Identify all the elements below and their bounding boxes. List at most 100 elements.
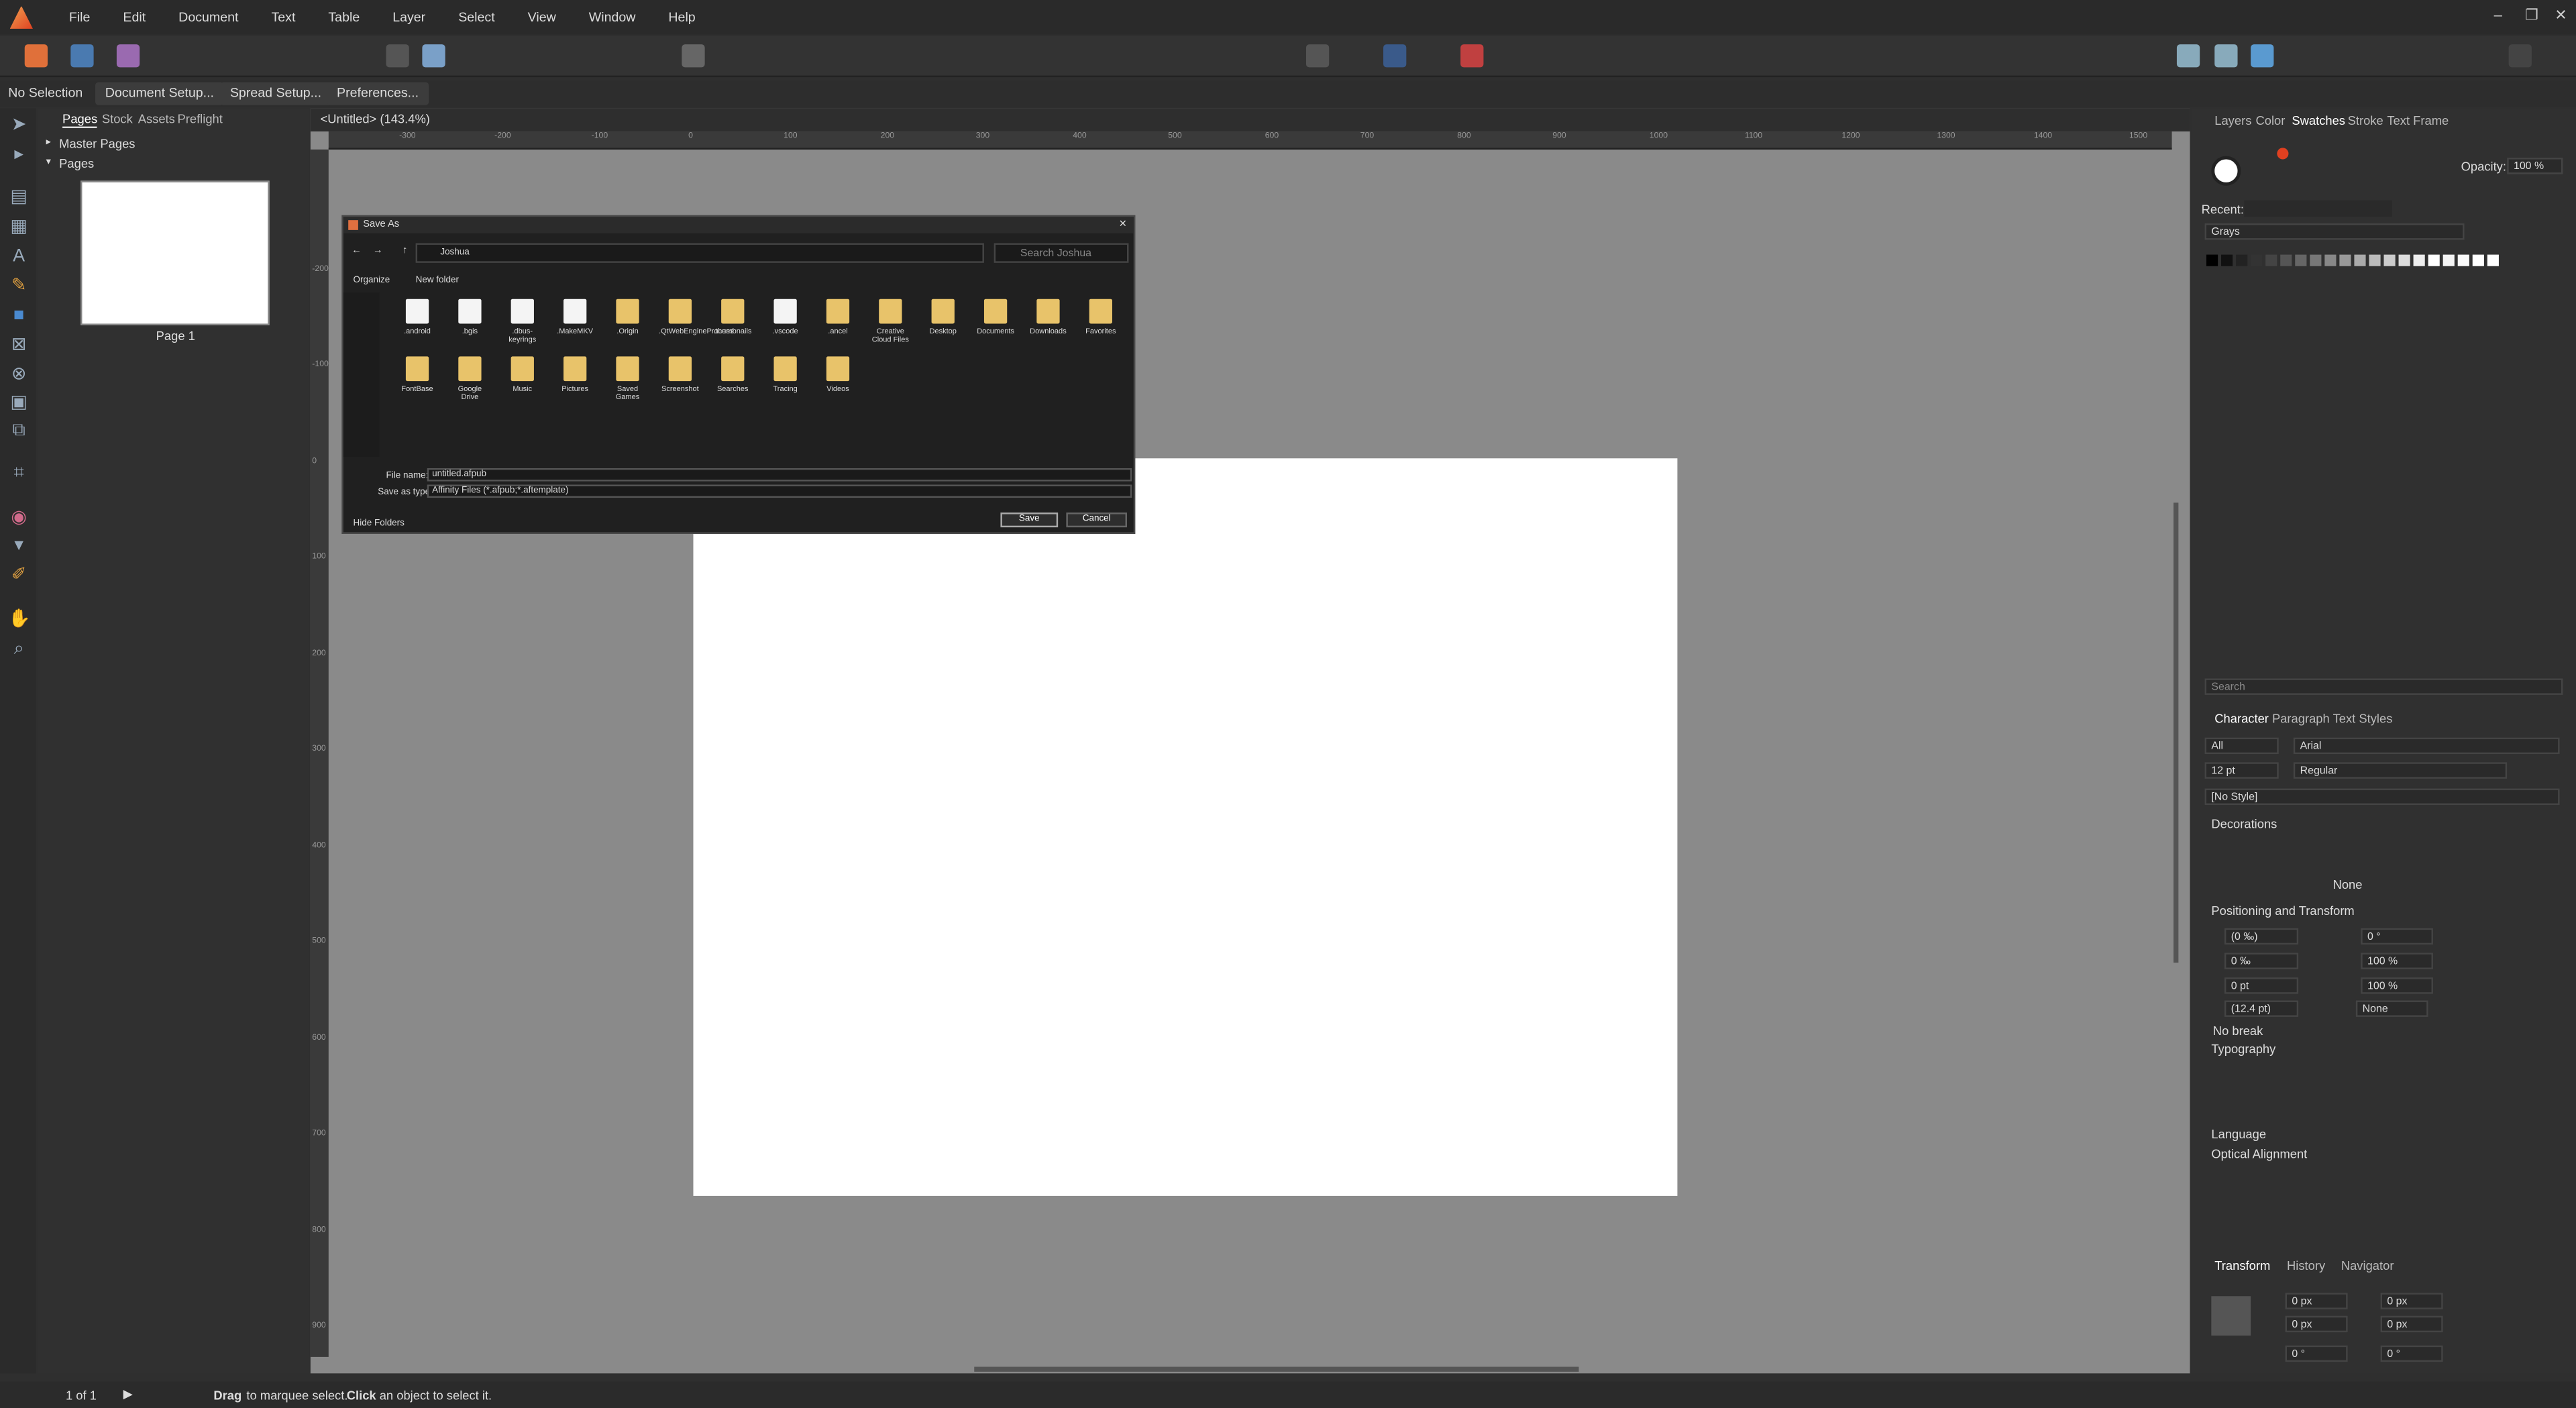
folder-item[interactable]: .android [396,299,439,335]
folder-item[interactable]: FontBase [396,356,439,392]
transform-h-field[interactable]: 0 px [2380,1315,2443,1333]
move-tool-icon[interactable]: ➤ [8,115,30,136]
folder-item[interactable]: Videos [816,356,859,392]
search-box[interactable]: Search Joshua [994,243,1129,263]
font-family-select[interactable]: Arial [2293,737,2560,755]
cancel-button[interactable]: Cancel [1066,512,1128,528]
horizontal-scale-field[interactable]: 100 % [2361,977,2433,994]
tab-preflight[interactable]: Preflight [177,112,222,127]
forward-icon[interactable]: → [373,246,383,256]
transform-tool-icon[interactable]: ⧉ [8,421,30,442]
folder-item[interactable]: Screenshot [659,356,702,392]
tab-assets[interactable]: Assets [138,112,175,127]
crop-tool-icon[interactable]: ⌗ [8,464,30,485]
pen-tool-icon[interactable]: ✎ [8,276,30,297]
pages-label[interactable]: Pages [59,156,94,171]
publisher-persona-icon[interactable] [24,44,48,68]
text-style-select[interactable]: [No Style] [2204,788,2560,806]
fill-tool-icon[interactable]: ◉ [8,508,30,529]
anchor-icon[interactable] [2211,1296,2251,1336]
kerning-field[interactable]: (0 ‰) [2224,928,2299,945]
swatch[interactable] [2280,254,2292,266]
folder-item[interactable]: Google Drive [449,356,492,401]
opacity-field[interactable]: 100 % [2507,158,2563,174]
vertical-scale-field[interactable]: 100 % [2361,953,2433,969]
transform-x-field[interactable]: 0 px [2285,1293,2348,1309]
dialog-close-icon[interactable]: ✕ [1119,217,1127,233]
tool-icon[interactable] [386,44,409,68]
account-icon[interactable] [2508,44,2532,68]
optical-alignment-heading[interactable]: Optical Alignment [2211,1146,2307,1161]
up-icon[interactable]: ↑ [402,246,407,256]
horizontal-scrollbar[interactable] [974,1366,1579,1372]
shear-transform-field[interactable]: 0 ° [2380,1345,2443,1362]
tab-history[interactable]: History [2287,1258,2325,1273]
swatch[interactable] [2383,254,2396,266]
folder-item[interactable]: Saved Games [606,356,649,401]
text-frame-tool-icon[interactable]: ▤ [8,187,30,209]
folder-item[interactable]: Music [501,356,544,392]
decorations-heading[interactable]: Decorations [2211,816,2277,831]
document-page[interactable] [693,458,1678,1196]
swatch[interactable] [2265,254,2277,266]
leading-field[interactable]: (12.4 pt) [2224,1000,2299,1017]
tool-icon[interactable] [2214,44,2238,68]
tab-layers[interactable]: Layers [2214,113,2251,128]
scope-select[interactable]: All [2204,737,2279,755]
snapping-icon[interactable] [1460,44,1484,68]
folder-item[interactable]: Downloads [1027,299,1070,335]
swatch[interactable] [2324,254,2337,266]
folder-item[interactable]: Searches [711,356,754,392]
stroke-color-icon[interactable] [2277,148,2289,160]
baseline-field[interactable]: 0 pt [2224,977,2299,994]
tool-icon[interactable] [682,44,705,68]
save-type-select[interactable]: Affinity Files (*.afpub;*.aftemplate) [427,484,1132,498]
folder-item[interactable]: .bgis [449,299,492,335]
tab-pages[interactable]: Pages [62,112,98,129]
menu-file[interactable]: File [52,10,107,25]
document-setup-button[interactable]: Document Setup... [95,82,224,105]
swatch[interactable] [2310,254,2322,266]
swatch[interactable] [2339,254,2351,266]
swatch[interactable] [2428,254,2440,266]
close-icon[interactable]: ✕ [2555,7,2567,25]
no-break-checkbox[interactable]: No break [2213,1024,2263,1038]
swatch[interactable] [2443,254,2455,266]
preferences-button[interactable]: Preferences... [327,82,429,105]
ellipse-frame-tool-icon[interactable]: ⊗ [8,365,30,386]
tab-swatches[interactable]: Swatches [2292,113,2345,128]
folder-item[interactable]: .MakeMKV [553,299,596,335]
organize-button[interactable]: Organize [354,276,390,286]
fill-color-icon[interactable] [2211,156,2241,186]
tab-text-styles[interactable]: Text Styles [2333,711,2393,726]
next-page-icon[interactable]: ▶ [123,1387,133,1401]
menu-table[interactable]: Table [312,10,376,25]
save-button[interactable]: Save [1000,512,1059,528]
tool-icon[interactable] [422,44,445,68]
menu-window[interactable]: Window [572,10,652,25]
expand-icon[interactable]: ▸ [46,136,51,148]
new-folder-button[interactable]: New folder [416,276,459,286]
swatch[interactable] [2369,254,2381,266]
tab-color[interactable]: Color [2255,113,2285,128]
swatch[interactable] [2487,254,2499,266]
search-input[interactable]: Search [2204,678,2563,695]
swatch[interactable] [2251,254,2263,266]
swatch[interactable] [2354,254,2366,266]
tab-transform[interactable]: Transform [2214,1258,2270,1273]
folder-item[interactable]: .QtWebEngineProcess [659,299,733,335]
vertical-scrollbar[interactable] [2174,502,2179,963]
restore-icon[interactable]: ❐ [2525,7,2538,25]
navigation-pane[interactable] [343,292,380,457]
transparency-tool-icon[interactable]: ▾ [8,535,30,557]
zoom-tool-icon[interactable]: ⌕ [8,639,30,661]
master-pages-label[interactable]: Master Pages [59,136,135,151]
folder-item[interactable]: .thumbnails [711,299,754,335]
swatch[interactable] [2295,254,2307,266]
node-tool-icon[interactable]: ▸ [8,145,30,166]
folder-item[interactable]: Favorites [1079,299,1122,335]
minimize-icon[interactable]: – [2494,7,2502,23]
designer-persona-icon[interactable] [70,44,94,68]
app-logo-icon[interactable] [9,5,33,29]
swatch[interactable] [2398,254,2410,266]
